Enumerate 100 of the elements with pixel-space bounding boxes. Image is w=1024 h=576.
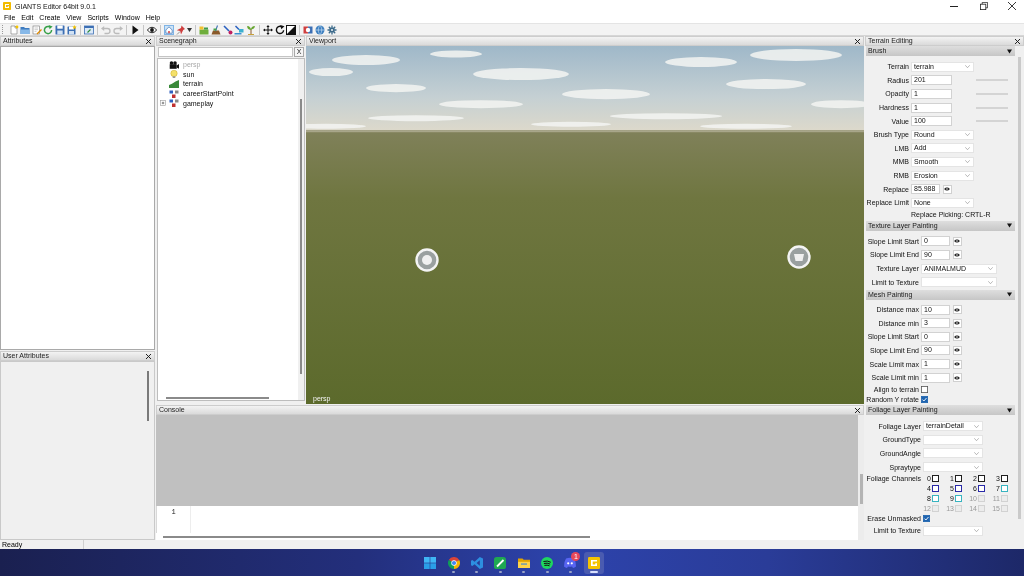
filter-field[interactable] [158, 47, 293, 57]
running-indicator [498, 571, 502, 573]
scale-icon[interactable] [286, 24, 297, 35]
channel-checkbox[interactable] [978, 475, 985, 483]
globe-icon[interactable] [315, 24, 325, 35]
hill-icon [169, 80, 179, 88]
spin-button[interactable] [952, 332, 962, 342]
scrollbar-thumb[interactable] [166, 396, 269, 399]
left-right-arrows-icon [954, 362, 960, 367]
running-indicator [589, 571, 598, 573]
scrollbar-thumb[interactable] [300, 99, 302, 374]
notepad-icon[interactable] [31, 24, 42, 35]
brush-icon[interactable] [222, 24, 233, 35]
ribbon-icon [470, 556, 483, 569]
gear-icon[interactable] [326, 24, 337, 35]
triangle-icon[interactable] [1007, 223, 1012, 229]
running-indicator [452, 571, 455, 573]
chevron-down-icon [988, 267, 993, 270]
chevron-down-icon [965, 65, 970, 69]
ring-marker-icon[interactable] [787, 245, 811, 269]
move-icon[interactable] [263, 24, 274, 35]
spin-button[interactable] [952, 346, 962, 355]
rotate-icon[interactable] [274, 24, 285, 35]
left-right-arrows-icon [954, 334, 960, 339]
camera-icon [169, 60, 179, 69]
slash-tile-icon [494, 556, 507, 569]
wave-circle-icon [541, 556, 554, 569]
close-icon[interactable] [296, 38, 301, 44]
channel-checkbox[interactable] [932, 475, 939, 483]
chevron-down-icon [965, 133, 970, 137]
spin-button[interactable] [952, 359, 962, 369]
square-logo-icon [587, 556, 600, 569]
close-icon[interactable] [1015, 38, 1020, 44]
plant-icon[interactable] [245, 24, 256, 35]
spin-button[interactable] [952, 250, 962, 260]
spin-button[interactable] [952, 373, 962, 383]
house-icon[interactable] [164, 24, 175, 35]
left-right-arrows-icon [954, 348, 960, 353]
triangle-icon[interactable] [1007, 48, 1012, 54]
spin-button[interactable] [952, 305, 962, 315]
spin-button[interactable] [952, 236, 962, 246]
four-panes-icon [424, 556, 437, 569]
save-icon[interactable] [54, 24, 65, 35]
running-indicator [545, 571, 549, 573]
left-right-arrows-icon [954, 239, 960, 244]
chevron-down-icon [965, 160, 970, 164]
checkbox[interactable] [923, 515, 930, 523]
pin-icon[interactable] [175, 24, 186, 35]
segmented-circle-icon [447, 556, 460, 569]
window-icon[interactable] [83, 24, 94, 35]
close-icon[interactable] [1008, 2, 1016, 10]
left-right-arrows-icon [954, 307, 960, 312]
eye-icon[interactable] [146, 24, 157, 35]
channel-checkbox[interactable] [955, 475, 962, 483]
checkbox[interactable] [921, 385, 928, 393]
minimize-icon[interactable] [950, 5, 958, 7]
chevron-down-icon [974, 451, 979, 455]
running-indicator [522, 571, 526, 573]
restore-icon[interactable] [980, 2, 988, 10]
close-icon[interactable] [146, 353, 151, 359]
triangle-icon[interactable] [1007, 292, 1012, 298]
close-icon[interactable] [146, 38, 151, 44]
spin-button[interactable] [942, 184, 952, 194]
spin-button[interactable] [952, 318, 962, 328]
plus-box-icon[interactable] [160, 99, 166, 106]
channel-checkbox[interactable] [932, 485, 939, 493]
channel-checkbox[interactable] [1001, 485, 1008, 493]
scrollbar-thumb[interactable] [147, 371, 149, 421]
folder-icon[interactable] [20, 24, 31, 35]
node-group-icon [169, 89, 179, 98]
bulb-icon [169, 70, 179, 79]
channel-checkbox[interactable] [955, 485, 962, 493]
channel-checkbox[interactable] [932, 495, 939, 503]
paint-icon[interactable] [234, 24, 245, 35]
chevron-down-icon [974, 529, 979, 533]
left-right-arrows-icon [944, 187, 950, 192]
taskbar-button[interactable] [583, 551, 604, 574]
left-right-arrows-icon [954, 321, 960, 326]
refresh-icon[interactable] [43, 24, 54, 35]
channel-checkbox[interactable] [955, 495, 962, 503]
scrollbar-thumb[interactable] [163, 535, 590, 538]
close-icon[interactable] [855, 38, 860, 44]
channel-checkbox[interactable] [978, 485, 985, 493]
checkbox[interactable] [921, 395, 928, 403]
controller-icon [564, 556, 577, 569]
chevron-down-icon [965, 201, 970, 205]
running-indicator [568, 571, 572, 573]
channel-checkbox[interactable] [1001, 475, 1008, 483]
triangle-icon[interactable] [1007, 407, 1012, 413]
chevron-down-icon [988, 280, 993, 284]
scrollbar-thumb[interactable] [859, 474, 863, 504]
close-icon[interactable] [855, 407, 860, 413]
ring-marker-icon[interactable] [415, 248, 439, 272]
blocks-icon[interactable] [199, 24, 210, 35]
dirt-mound-icon[interactable] [211, 24, 222, 35]
left-right-arrows-icon [954, 375, 960, 380]
scrollbar-thumb[interactable] [1018, 57, 1021, 519]
chevron-down-icon [974, 465, 979, 469]
node-group-icon [169, 99, 179, 108]
folder-icon [517, 556, 530, 569]
